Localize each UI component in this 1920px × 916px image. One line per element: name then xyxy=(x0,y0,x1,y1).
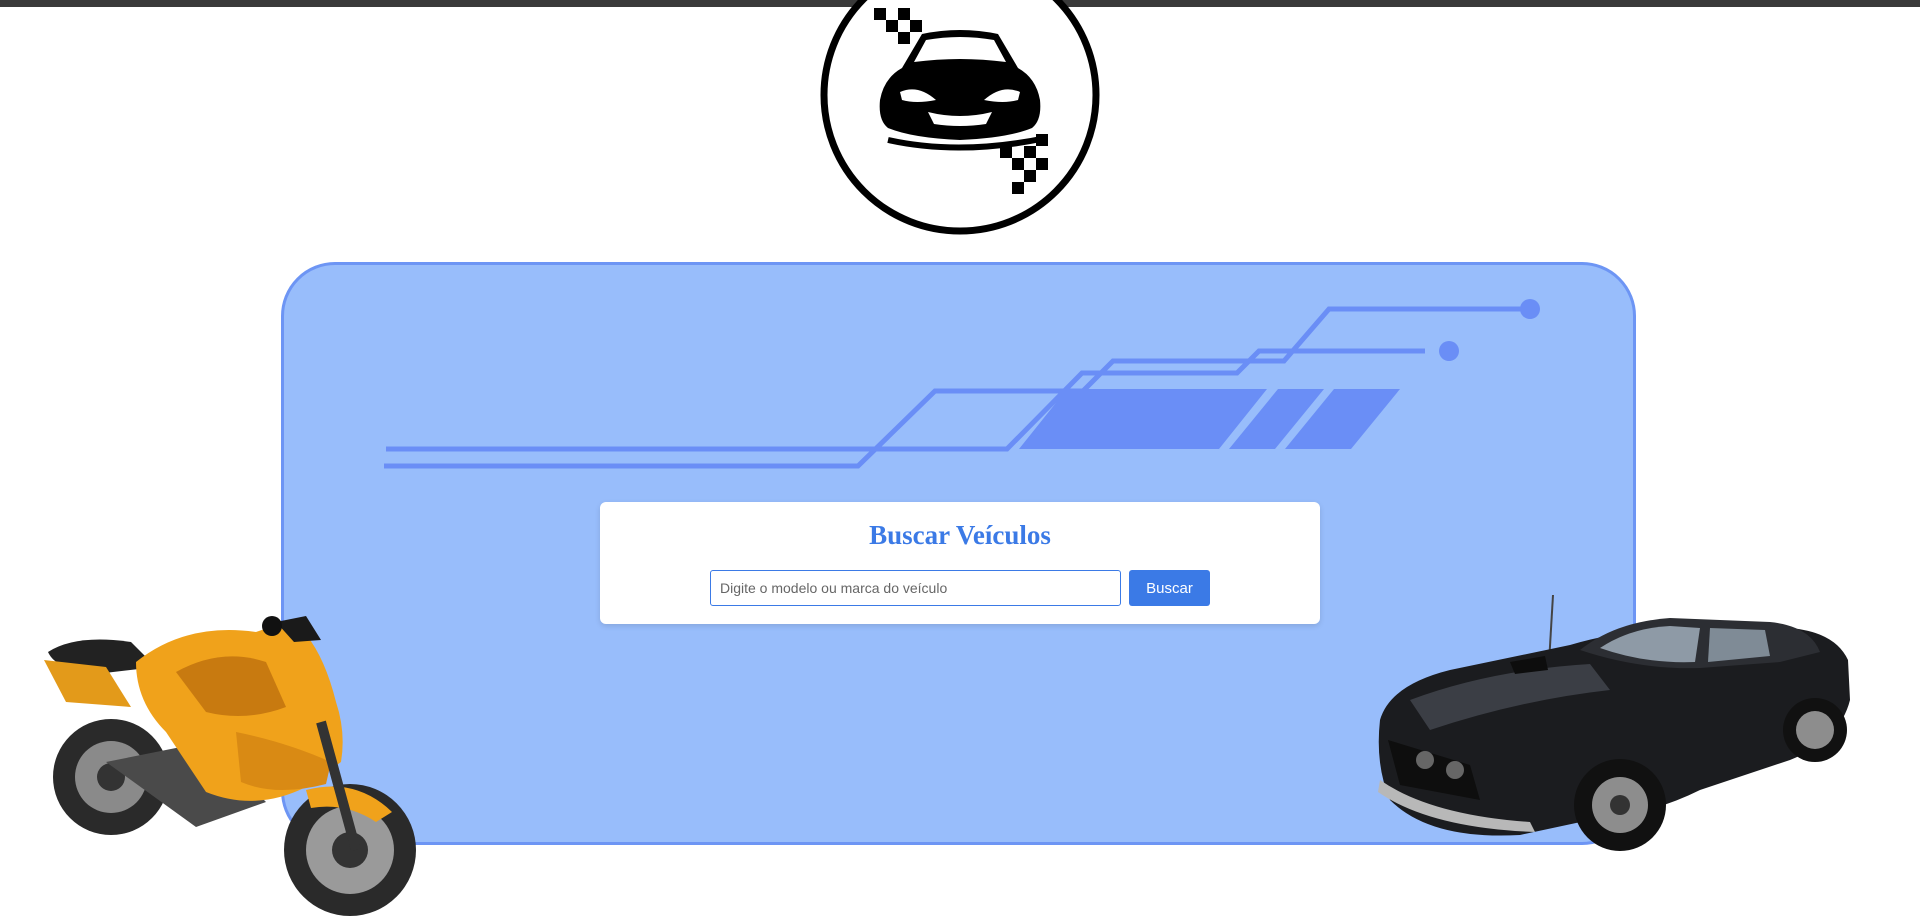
search-button[interactable]: Buscar xyxy=(1129,570,1210,606)
search-title: Buscar Veículos xyxy=(869,520,1051,550)
muscle-car-image xyxy=(1378,594,1850,851)
motorcycle-image xyxy=(44,616,416,916)
race-car-logo-icon xyxy=(820,0,1100,235)
search-input[interactable] xyxy=(710,570,1121,606)
search-card: Buscar Veículos Buscar xyxy=(600,502,1320,624)
